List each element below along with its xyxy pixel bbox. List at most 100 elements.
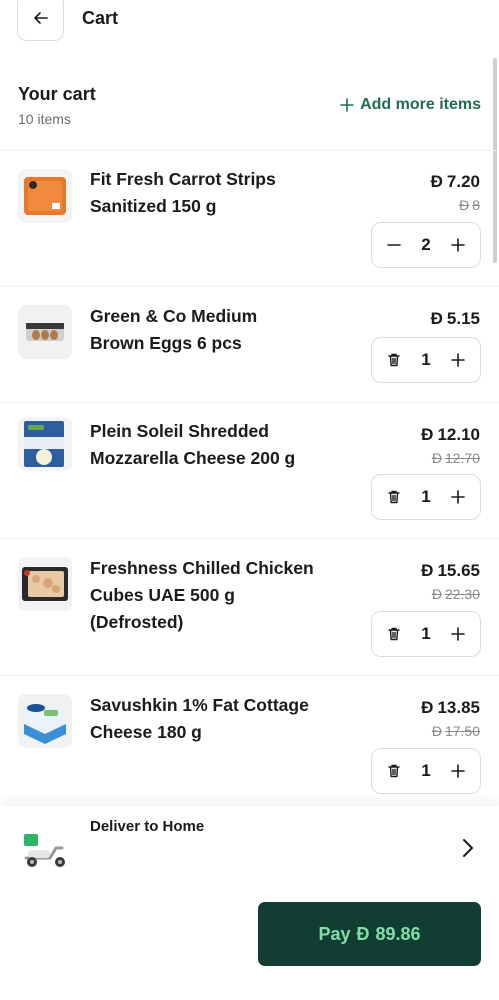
remove-item-button[interactable] bbox=[384, 487, 404, 507]
currency-symbol: Đ bbox=[430, 309, 443, 328]
delivery-title: Deliver to Home bbox=[90, 818, 205, 835]
cart-item: Plein Soleil Shredded Mozzarella Cheese … bbox=[0, 403, 499, 539]
currency-symbol: Đ bbox=[421, 561, 434, 580]
quantity-value: 1 bbox=[421, 761, 431, 780]
old-price-value: 8 bbox=[472, 197, 480, 213]
product-name-line: Green & Co Medium bbox=[90, 306, 258, 326]
plus-icon bbox=[451, 490, 465, 504]
remove-item-button[interactable] bbox=[384, 624, 404, 644]
product-name: Savushkin 1% Fat Cottage Cheese 180 g bbox=[90, 692, 340, 746]
product-old-price: Đ 8 bbox=[459, 197, 480, 213]
price-value: 15.65 bbox=[437, 561, 480, 580]
increase-quantity-button[interactable] bbox=[448, 624, 468, 644]
product-old-price: Đ 12.70 bbox=[432, 450, 480, 466]
quantity-value: 1 bbox=[421, 487, 431, 506]
product-name-line: Mozzarella Cheese 200 g bbox=[90, 448, 296, 468]
trash-icon bbox=[388, 764, 400, 778]
currency-symbol: Đ bbox=[431, 586, 442, 602]
quantity-stepper: 1 bbox=[371, 474, 481, 520]
cart-item: Green & Co Medium Brown Eggs 6 pcs Đ 5.1… bbox=[0, 287, 499, 403]
product-price: Đ 12.10 bbox=[421, 425, 480, 445]
currency-symbol: Đ bbox=[431, 723, 442, 739]
product-name-line: Freshness Chilled Chicken bbox=[90, 558, 314, 578]
trash-icon bbox=[388, 627, 400, 641]
arrow-left-icon bbox=[33, 11, 48, 24]
add-more-items-button[interactable]: Add more items bbox=[340, 96, 481, 114]
plus-icon bbox=[340, 98, 354, 112]
increase-quantity-button[interactable] bbox=[448, 350, 468, 370]
product-old-price: Đ 17.50 bbox=[432, 723, 480, 739]
product-name: Freshness Chilled Chicken Cubes UAE 500 … bbox=[90, 555, 340, 636]
cart-item: Fit Fresh Carrot Strips Sanitized 150 g … bbox=[0, 151, 499, 287]
decrease-quantity-button[interactable] bbox=[384, 235, 404, 255]
old-price-value: 12.70 bbox=[444, 450, 480, 466]
product-price: Đ 13.85 bbox=[421, 698, 480, 718]
quantity-stepper: 2 bbox=[371, 222, 481, 268]
product-name: Plein Soleil Shredded Mozzarella Cheese … bbox=[90, 418, 340, 472]
product-name-line: Cheese 180 g bbox=[90, 722, 202, 742]
old-price-value: 22.30 bbox=[444, 586, 480, 602]
product-name-line: Fit Fresh Carrot Strips bbox=[90, 169, 276, 189]
currency-symbol: Đ bbox=[459, 197, 470, 213]
quantity-value: 1 bbox=[421, 624, 431, 643]
pay-amount: 89.86 bbox=[375, 923, 421, 944]
plus-icon bbox=[451, 238, 465, 252]
product-price: Đ 15.65 bbox=[421, 561, 480, 581]
cart-title: Your cart bbox=[18, 84, 96, 104]
product-image-mozzarella[interactable] bbox=[18, 417, 72, 471]
currency-symbol: Đ bbox=[421, 698, 434, 717]
currency-symbol: Đ bbox=[430, 172, 443, 191]
quantity-stepper: 1 bbox=[371, 748, 481, 794]
cart-item: Savushkin 1% Fat Cottage Cheese 180 g Đ … bbox=[0, 676, 499, 806]
increase-quantity-button[interactable] bbox=[448, 487, 468, 507]
product-name: Fit Fresh Carrot Strips Sanitized 150 g bbox=[90, 166, 340, 220]
back-button[interactable] bbox=[17, 0, 64, 41]
currency-symbol: Đ bbox=[356, 923, 370, 944]
increase-quantity-button[interactable] bbox=[448, 235, 468, 255]
add-more-items-label: Add more items bbox=[360, 96, 481, 113]
quantity-stepper: 1 bbox=[371, 611, 481, 657]
pay-bar: Pay Đ 89.86 bbox=[0, 896, 499, 1000]
delivery-option[interactable]: Deliver to Home bbox=[0, 806, 499, 896]
page-title: Cart bbox=[82, 8, 119, 28]
price-value: 12.10 bbox=[437, 425, 480, 444]
trash-icon bbox=[388, 490, 400, 504]
remove-item-button[interactable] bbox=[384, 761, 404, 781]
plus-icon bbox=[451, 627, 465, 641]
price-value: 5.15 bbox=[446, 309, 480, 328]
old-price-value: 17.50 bbox=[444, 723, 480, 739]
trash-icon bbox=[388, 353, 400, 367]
product-image-eggs[interactable] bbox=[18, 305, 72, 359]
product-image-carrot[interactable] bbox=[18, 169, 72, 223]
plus-icon bbox=[451, 353, 465, 367]
cart-item-count: 10 items bbox=[18, 111, 71, 127]
product-image-cottage-cheese[interactable] bbox=[18, 694, 72, 748]
price-value: 7.20 bbox=[446, 172, 480, 191]
increase-quantity-button[interactable] bbox=[448, 761, 468, 781]
minus-icon bbox=[387, 244, 401, 246]
product-name-line: Plein Soleil Shredded bbox=[90, 421, 269, 441]
pay-label: Pay bbox=[318, 923, 351, 944]
header: Cart bbox=[0, 0, 499, 50]
quantity-value: 2 bbox=[421, 235, 431, 254]
currency-symbol: Đ bbox=[421, 425, 434, 444]
plus-icon bbox=[451, 764, 465, 778]
product-image-chicken[interactable] bbox=[18, 557, 72, 611]
product-name-line: Cubes UAE 500 g bbox=[90, 585, 235, 605]
product-name: Green & Co Medium Brown Eggs 6 pcs bbox=[90, 303, 340, 357]
quantity-stepper: 1 bbox=[371, 337, 481, 383]
currency-symbol: Đ bbox=[431, 450, 442, 466]
chevron-right-icon bbox=[463, 839, 473, 857]
cart-summary: Your cart 10 items Add more items bbox=[18, 84, 483, 134]
pay-button[interactable]: Pay Đ 89.86 bbox=[258, 902, 481, 966]
price-value: 13.85 bbox=[437, 698, 480, 717]
cart-item: Freshness Chilled Chicken Cubes UAE 500 … bbox=[0, 539, 499, 676]
product-price: Đ 7.20 bbox=[431, 172, 480, 192]
delivery-scooter-icon bbox=[20, 832, 70, 870]
quantity-value: 1 bbox=[421, 350, 431, 369]
product-name-line: Sanitized 150 g bbox=[90, 196, 217, 216]
product-name-line: Brown Eggs 6 pcs bbox=[90, 333, 242, 353]
product-name-line: Savushkin 1% Fat Cottage bbox=[90, 695, 309, 715]
remove-item-button[interactable] bbox=[384, 350, 404, 370]
product-name-line: (Defrosted) bbox=[90, 612, 184, 632]
